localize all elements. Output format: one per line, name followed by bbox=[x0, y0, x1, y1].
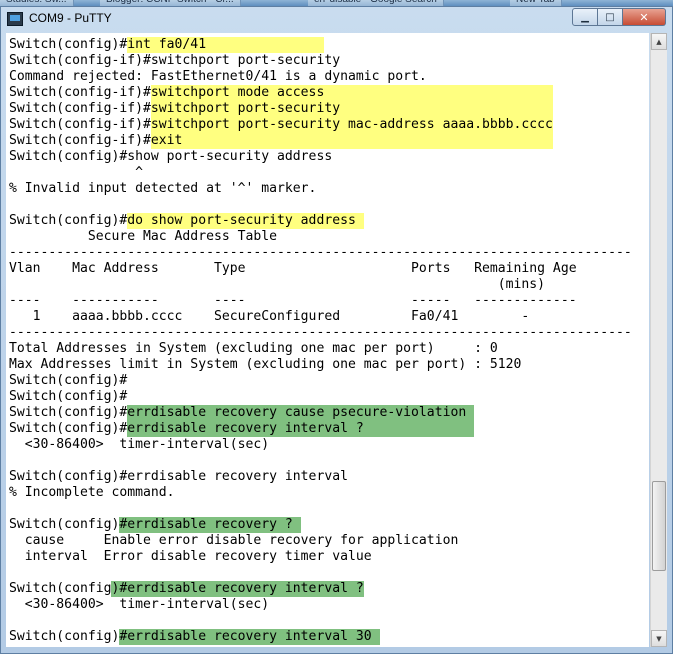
terminal-line: Switch(config)#errdisable recovery inter… bbox=[9, 581, 364, 596]
terminal-line: 1 aaaa.bbbb.cccc SecureConfigured Fa0/41… bbox=[9, 309, 530, 324]
terminal-line: Switch(config)#errdisable recovery inter… bbox=[9, 421, 364, 436]
terminal-output[interactable]: Switch(config)#int fa0/41 Switch(config-i… bbox=[6, 33, 649, 647]
terminal-line: Switch(config-if)#switchport mode access bbox=[9, 85, 325, 100]
scroll-up-button[interactable]: ▲ bbox=[651, 33, 667, 50]
terminal-line: Vlan Mac Address Type Ports Remaining Ag… bbox=[9, 261, 577, 276]
scroll-thumb[interactable] bbox=[652, 481, 666, 571]
terminal-line: ----------------------------------------… bbox=[9, 325, 632, 340]
close-icon: ✕ bbox=[639, 10, 649, 24]
minimize-button[interactable]: ▁ bbox=[572, 8, 598, 26]
terminal-line: Switch(config-if)#exit bbox=[9, 133, 183, 148]
putty-icon bbox=[7, 12, 23, 26]
terminal-line: Command rejected: FastEthernet0/41 is a … bbox=[9, 69, 427, 84]
terminal-line: Switch(config)#errdisable recovery ? bbox=[9, 517, 293, 532]
maximize-button[interactable]: □ bbox=[598, 8, 623, 26]
terminal-line: Switch(config)#errdisable recovery cause… bbox=[9, 405, 467, 420]
command-highlight bbox=[150, 133, 553, 149]
terminal-line: Switch(config-if)#switchport port-securi… bbox=[9, 53, 341, 68]
terminal-line: ----------------------------------------… bbox=[9, 245, 632, 260]
maximize-icon: □ bbox=[605, 11, 615, 23]
window-controls: ▁ □ ✕ bbox=[572, 8, 666, 26]
vertical-scrollbar[interactable]: ▲ ▼ bbox=[650, 33, 667, 647]
terminal-line: Secure Mac Address Table bbox=[9, 229, 278, 244]
terminal-line: Total Addresses in System (excluding one… bbox=[9, 341, 498, 356]
terminal-line: ---- ----------- ---- ----- ------------… bbox=[9, 293, 577, 308]
terminal-line: Switch(config)#do show port-security add… bbox=[9, 213, 356, 228]
terminal-line: Switch(config)#errdisable recovery inter… bbox=[9, 629, 372, 644]
terminal-line: Max Addresses limit in System (excluding… bbox=[9, 357, 522, 372]
terminal-line: % Invalid input detected at '^' marker. bbox=[9, 181, 317, 196]
title-bar[interactable]: COM9 - PuTTY ▁ □ ✕ bbox=[1, 7, 672, 33]
terminal-line: <30-86400> timer-interval(sec) bbox=[9, 597, 270, 612]
terminal-line: cause Enable error disable recovery for … bbox=[9, 533, 459, 548]
terminal-line: Switch(config-if)#switchport port-securi… bbox=[9, 101, 341, 116]
terminal-line: Switch(config)# bbox=[9, 389, 128, 404]
terminal-line: <30-86400> timer-interval(sec) bbox=[9, 437, 270, 452]
scroll-down-button[interactable]: ▼ bbox=[651, 630, 667, 647]
arrow-down-icon: ▼ bbox=[656, 634, 662, 643]
terminal-line: (mins) bbox=[9, 277, 546, 292]
terminal-line: Switch(config-if)#switchport port-securi… bbox=[9, 117, 553, 132]
terminal-line: Switch(config)#show port-security addres… bbox=[9, 149, 333, 164]
terminal-line: Switch(config)#int fa0/41 bbox=[9, 37, 207, 52]
terminal-line: Switch(config)# bbox=[9, 373, 128, 388]
putty-window: COM9 - PuTTY ▁ □ ✕ Switch(config)#int fa… bbox=[0, 6, 673, 654]
minimize-icon: ▁ bbox=[581, 11, 589, 23]
terminal-line: interval Error disable recovery timer va… bbox=[9, 549, 372, 564]
terminal-line: Switch(config)#errdisable recovery inter… bbox=[9, 469, 348, 484]
window-title: COM9 - PuTTY bbox=[29, 11, 112, 25]
arrow-up-icon: ▲ bbox=[656, 37, 662, 46]
terminal-line: ^ bbox=[9, 165, 144, 180]
terminal-line: % Incomplete command. bbox=[9, 485, 175, 500]
close-button[interactable]: ✕ bbox=[623, 8, 666, 26]
